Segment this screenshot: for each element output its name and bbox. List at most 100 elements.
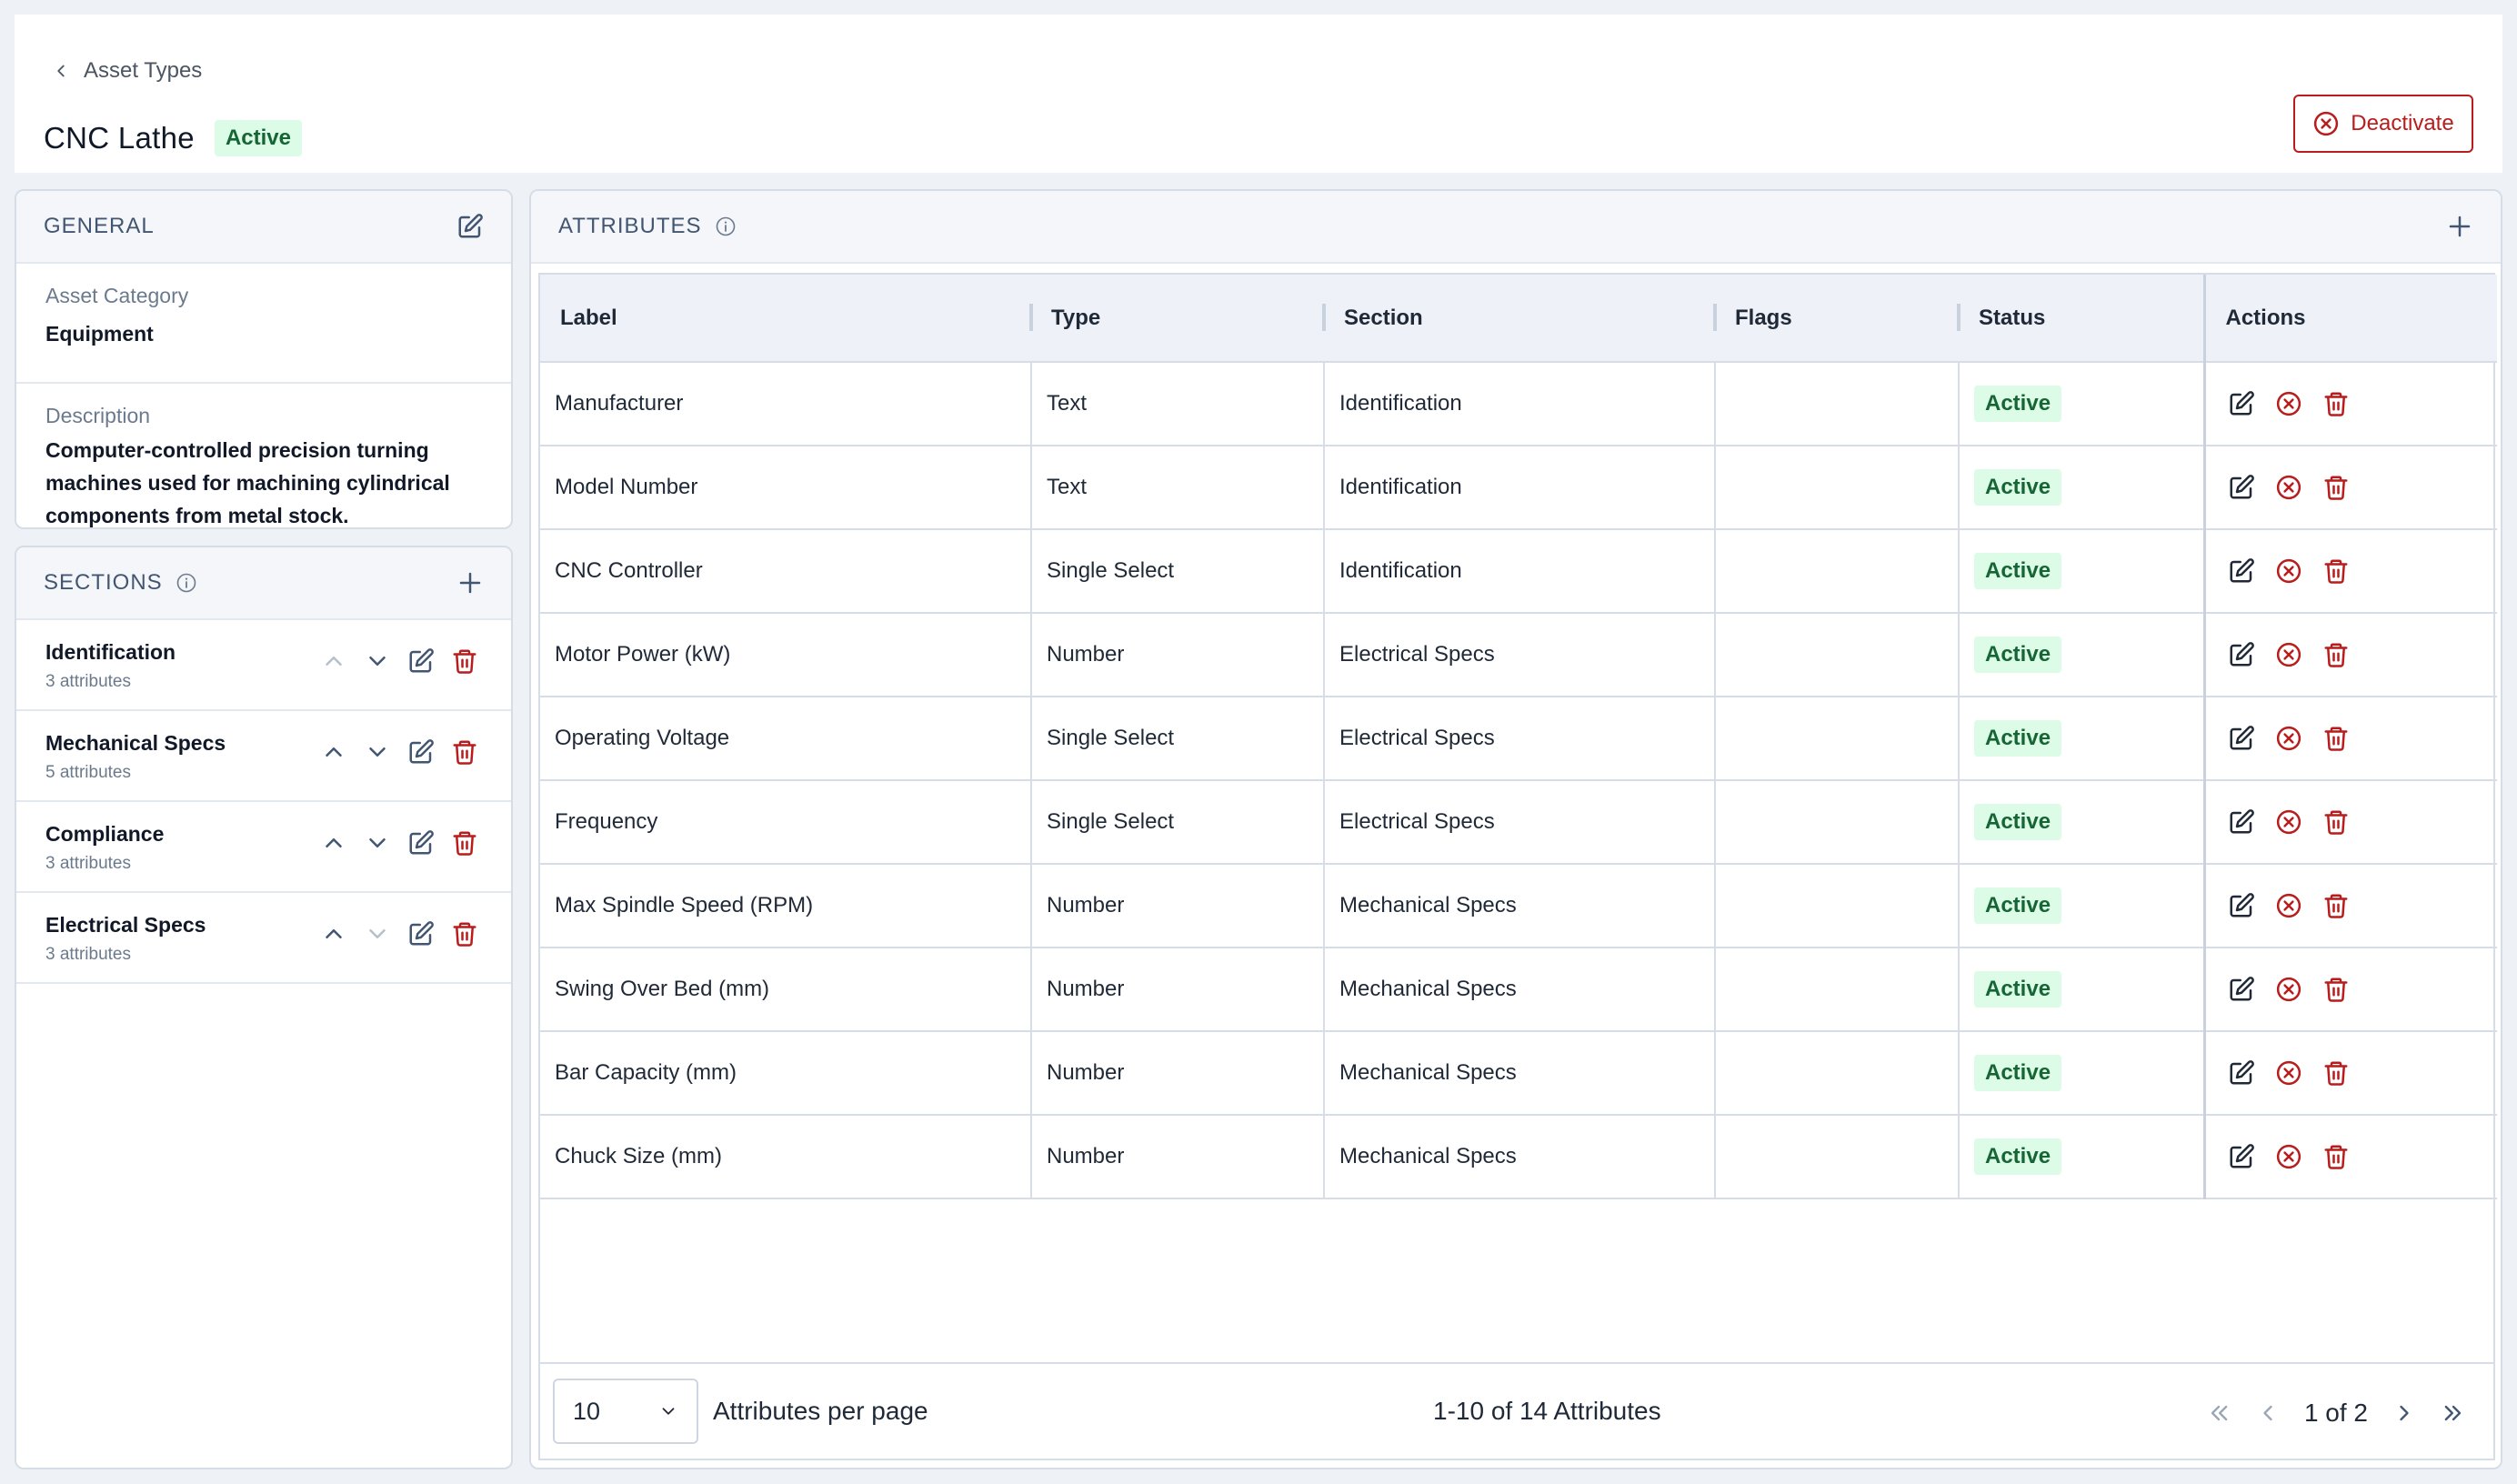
x-circle-icon	[2275, 557, 2302, 585]
deactivate-attribute-button[interactable]	[2275, 1143, 2302, 1170]
edit-attribute-button[interactable]	[2228, 892, 2255, 919]
status-badge: Active	[214, 120, 302, 156]
delete-attribute-button[interactable]	[2322, 976, 2350, 1003]
edit-general-button[interactable]	[456, 213, 484, 240]
deactivate-attribute-button[interactable]	[2275, 557, 2302, 585]
chevron-up-icon	[320, 920, 347, 948]
deactivate-attribute-button[interactable]	[2275, 1059, 2302, 1087]
delete-attribute-button[interactable]	[2322, 892, 2350, 919]
cell-actions	[2202, 362, 2497, 446]
deactivate-attribute-button[interactable]	[2275, 808, 2302, 836]
add-section-button[interactable]	[456, 569, 484, 597]
breadcrumb-back-link[interactable]: Asset Types	[51, 55, 202, 87]
move-section-down-button[interactable]	[364, 829, 391, 857]
edit-icon	[2228, 976, 2255, 1003]
edit-attribute-button[interactable]	[2228, 1143, 2255, 1170]
column-header-status[interactable]: Status	[1959, 275, 2204, 363]
cell-flags	[1715, 780, 1960, 864]
move-section-up-button[interactable]	[320, 829, 347, 857]
column-header-section[interactable]: Section	[1324, 275, 1717, 363]
chevron-down-icon	[364, 647, 391, 675]
breadcrumb-label[interactable]: Asset Types	[84, 58, 202, 84]
move-section-up-button[interactable]	[320, 647, 347, 675]
cell-flags	[1715, 613, 1960, 697]
edit-icon	[2228, 1143, 2255, 1170]
edit-icon	[2228, 1059, 2255, 1087]
edit-section-button[interactable]	[407, 738, 435, 766]
edit-attribute-button[interactable]	[2228, 390, 2255, 417]
cell-actions	[2202, 446, 2497, 529]
edit-icon	[2228, 641, 2255, 668]
move-section-down-button[interactable]	[364, 647, 391, 675]
section-actions	[320, 920, 478, 948]
delete-section-button[interactable]	[451, 647, 478, 675]
edit-attribute-button[interactable]	[2228, 641, 2255, 668]
edit-attribute-button[interactable]	[2228, 557, 2255, 585]
cell-label: Chuck Size (mm)	[540, 1115, 1032, 1198]
delete-section-button[interactable]	[451, 829, 478, 857]
previous-page-button[interactable]	[2255, 1400, 2281, 1426]
deactivate-label: Deactivate	[2351, 111, 2454, 135]
cell-actions	[2202, 613, 2497, 697]
chevron-down-icon	[364, 920, 391, 948]
delete-section-button[interactable]	[451, 920, 478, 948]
next-page-button[interactable]	[2392, 1400, 2417, 1426]
edit-icon	[2228, 892, 2255, 919]
deactivate-attribute-button[interactable]	[2275, 725, 2302, 752]
edit-attribute-button[interactable]	[2228, 808, 2255, 836]
info-icon[interactable]	[175, 572, 197, 594]
delete-attribute-button[interactable]	[2322, 557, 2350, 585]
delete-attribute-button[interactable]	[2322, 390, 2350, 417]
edit-attribute-button[interactable]	[2228, 474, 2255, 501]
cell-status: Active	[1959, 446, 2205, 529]
section-attribute-count: 3 attributes	[45, 672, 131, 691]
edit-attribute-button[interactable]	[2228, 725, 2255, 752]
pagination-range: 1-10 of 14 Attributes	[1433, 1397, 1661, 1425]
edit-icon	[2228, 390, 2255, 417]
column-header-flags[interactable]: Flags	[1715, 275, 1960, 363]
add-attribute-button[interactable]	[2446, 213, 2473, 240]
move-section-up-button[interactable]	[320, 738, 347, 766]
delete-attribute-button[interactable]	[2322, 725, 2350, 752]
delete-section-button[interactable]	[451, 738, 478, 766]
last-page-button[interactable]	[2441, 1400, 2466, 1426]
edit-attribute-button[interactable]	[2228, 976, 2255, 1003]
cell-section: Identification	[1324, 362, 1716, 446]
section-actions	[320, 738, 478, 766]
cell-label: Operating Voltage	[540, 697, 1032, 780]
column-header-type[interactable]: Type	[1031, 275, 1326, 363]
delete-attribute-button[interactable]	[2322, 474, 2350, 501]
move-section-up-button[interactable]	[320, 920, 347, 948]
delete-attribute-button[interactable]	[2322, 1059, 2350, 1087]
table-row: CNC Controller Single Select Identificatio…	[540, 529, 2497, 613]
move-section-down-button[interactable]	[364, 920, 391, 948]
page-title: CNC Lathe	[44, 121, 195, 155]
delete-attribute-button[interactable]	[2322, 641, 2350, 668]
edit-section-button[interactable]	[407, 829, 435, 857]
deactivate-button[interactable]: Deactivate	[2293, 95, 2473, 153]
deactivate-attribute-button[interactable]	[2275, 976, 2302, 1003]
deactivate-attribute-button[interactable]	[2275, 641, 2302, 668]
trash-icon	[2322, 892, 2350, 919]
deactivate-attribute-button[interactable]	[2275, 892, 2302, 919]
deactivate-attribute-button[interactable]	[2275, 390, 2302, 417]
table-row: Motor Power (kW) Number Electrical Specs Ac…	[540, 613, 2497, 697]
edit-icon	[2228, 725, 2255, 752]
cell-status: Active	[1959, 529, 2205, 613]
move-section-down-button[interactable]	[364, 738, 391, 766]
edit-section-button[interactable]	[407, 920, 435, 948]
edit-section-button[interactable]	[407, 647, 435, 675]
delete-attribute-button[interactable]	[2322, 808, 2350, 836]
status-badge: Active	[1974, 386, 2062, 422]
deactivate-attribute-button[interactable]	[2275, 474, 2302, 501]
cell-status: Active	[1959, 864, 2205, 948]
first-page-button[interactable]	[2206, 1400, 2231, 1426]
edit-icon	[407, 738, 435, 766]
asset-category-field: Asset Category Equipment	[16, 284, 511, 384]
column-header-label[interactable]: Label	[540, 275, 1033, 363]
status-badge: Active	[1974, 553, 2062, 589]
edit-attribute-button[interactable]	[2228, 1059, 2255, 1087]
delete-attribute-button[interactable]	[2322, 1143, 2350, 1170]
info-icon[interactable]	[715, 216, 737, 237]
per-page-select[interactable]: 10	[553, 1379, 698, 1444]
